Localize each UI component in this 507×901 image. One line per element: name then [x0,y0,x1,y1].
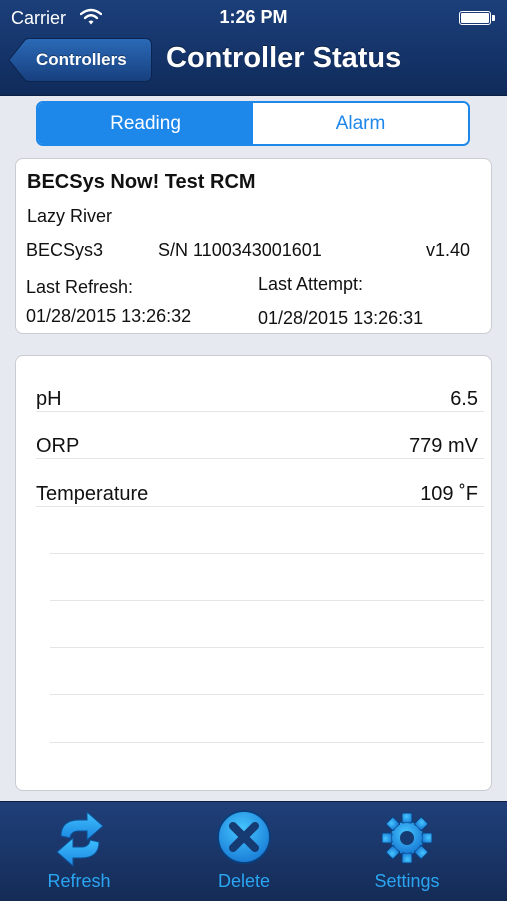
empty-row-divider [50,694,484,695]
controller-serial: S/N 1100343001601 [158,240,322,260]
row-divider [36,458,484,459]
empty-row-divider [50,600,484,601]
reading-label: ORP [36,435,80,457]
bottom-toolbar: Refresh Delete Settings [0,801,507,901]
empty-row-divider [50,647,484,648]
controller-info-card: BECSys Now! Test RCM Lazy River BECSys3 … [15,158,492,334]
refresh-button[interactable]: Refresh [9,802,149,901]
battery-icon [459,11,495,25]
delete-label: Delete [217,871,271,891]
back-button-controllers[interactable]: Controllers [8,38,152,82]
settings-button[interactable]: Settings [337,802,477,901]
settings-label: Settings [374,871,440,891]
reading-row-ph: pH 6.5 [36,386,484,434]
back-button-label: Controllers [36,50,127,69]
last-attempt-label: Last Attempt: [258,274,364,294]
controller-site: Lazy River [27,206,113,226]
reading-alarm-segmented-control: Reading Alarm [36,101,470,146]
last-attempt-value: 01/28/2015 13:26:31 [258,308,424,328]
controller-name: BECSys Now! Test RCM [27,171,256,193]
reading-row-temperature: Temperature 109 ˚F [36,481,484,529]
delete-button[interactable]: Delete [174,802,314,901]
reading-label: Temperature [36,483,149,505]
reading-value: 6.5 [450,388,478,410]
reading-value: 779 mV [409,435,478,457]
tab-reading[interactable]: Reading [38,103,253,144]
row-divider [36,506,484,507]
reading-row-orp: ORP 779 mV [36,433,484,481]
status-bar: Carrier 1:26 PM [0,0,507,36]
last-refresh-value: 01/28/2015 13:26:32 [26,306,192,326]
empty-row-divider [50,742,484,743]
last-refresh-label: Last Refresh: [26,277,134,297]
refresh-label: Refresh [47,871,111,891]
page-title: Controller Status [166,42,402,74]
settings-icon [381,812,433,864]
controller-version: v1.40 [425,240,470,260]
delete-icon [217,810,271,864]
empty-row-divider [50,553,484,554]
refresh-icon [56,810,104,868]
controller-model: BECSys3 [26,240,104,260]
top-chrome: Carrier 1:26 PM Controllers Controller S… [0,0,507,96]
clock: 1:26 PM [219,7,288,27]
tab-alarm[interactable]: Alarm [253,103,468,144]
reading-value: 109 ˚F [420,483,478,505]
row-divider [36,411,484,412]
reading-label: pH [36,388,62,410]
